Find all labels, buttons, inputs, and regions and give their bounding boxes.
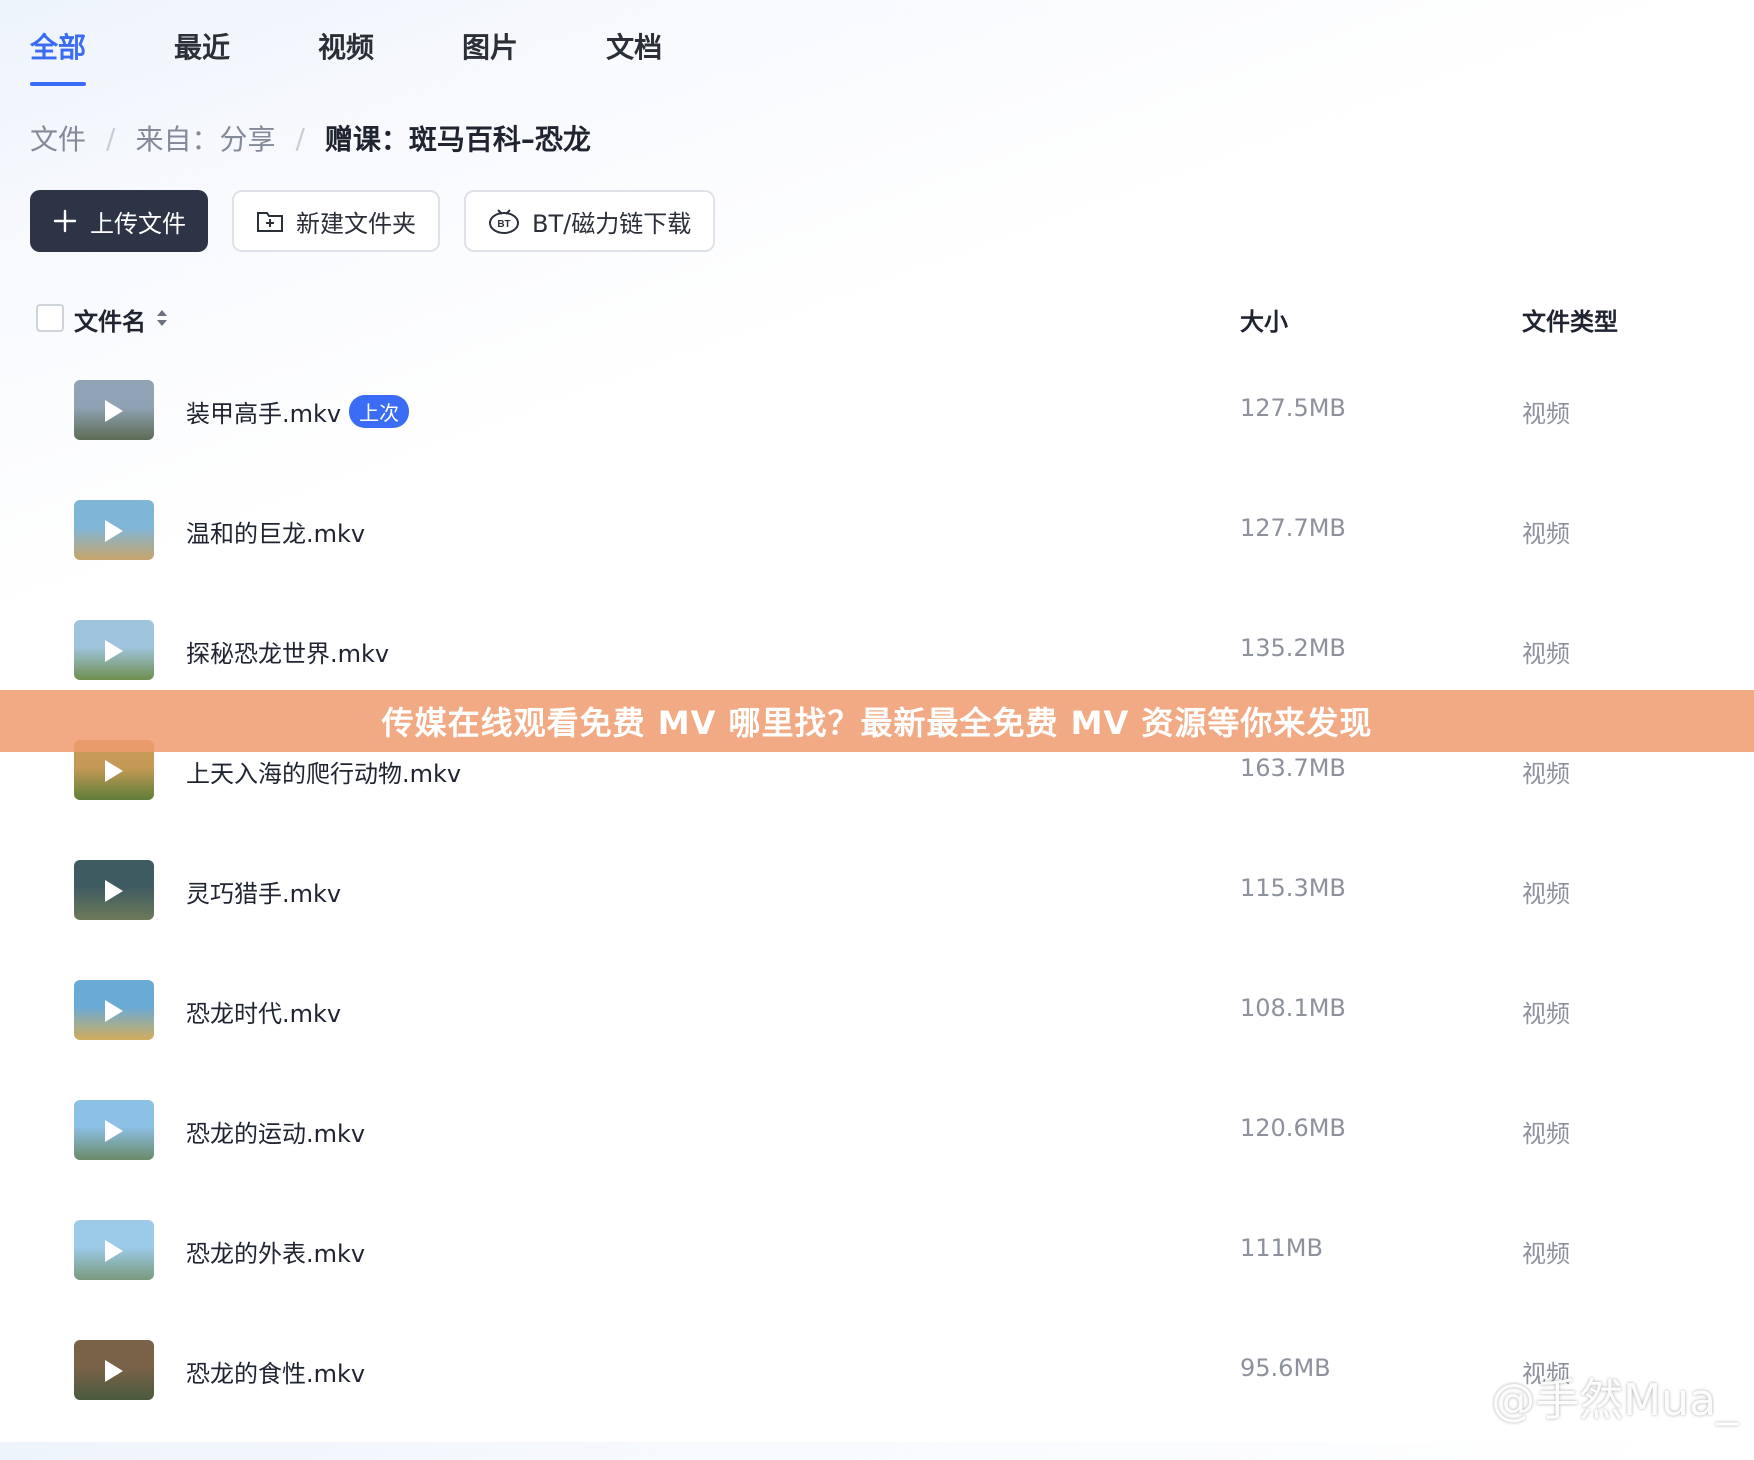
video-thumbnail[interactable]	[74, 860, 154, 920]
file-name-text: 装甲高手.mkv	[186, 400, 342, 428]
file-type: 视频	[1522, 1240, 1570, 1268]
column-header-name[interactable]: 文件名	[74, 302, 168, 337]
tab-recent[interactable]: 最近	[174, 26, 230, 86]
file-size: 163.7MB	[1240, 754, 1346, 782]
play-icon	[105, 760, 123, 782]
video-thumbnail[interactable]	[74, 500, 154, 560]
video-thumbnail[interactable]	[74, 1100, 154, 1160]
file-name-text: 上天入海的爬行动物.mkv	[186, 760, 462, 788]
file-name[interactable]: 恐龙的食性.mkv	[186, 1354, 365, 1389]
file-type: 视频	[1522, 400, 1570, 428]
breadcrumb: 文件 / 来自：分享 / 赠课：斑马百科–恐龙	[30, 118, 591, 158]
video-thumbnail[interactable]	[74, 380, 154, 440]
bt-icon: BT	[488, 207, 520, 235]
play-icon	[105, 1240, 123, 1262]
table-header: 文件名 大小 文件类型	[0, 296, 1754, 340]
file-name[interactable]: 恐龙的外表.mkv	[186, 1234, 365, 1269]
file-row[interactable]: 恐龙的运动.mkv 120.6MB 视频	[0, 1100, 1754, 1220]
folder-plus-icon	[256, 209, 284, 233]
file-size: 95.6MB	[1240, 1354, 1331, 1382]
column-name-label: 文件名	[74, 308, 146, 336]
bt-magnet-download-button[interactable]: BT BT/磁力链下载	[464, 190, 716, 252]
file-name[interactable]: 装甲高手.mkv 上次	[186, 394, 410, 429]
file-type: 视频	[1522, 1000, 1570, 1028]
toolbar: 上传文件 新建文件夹 BT BT/磁力链下载	[30, 190, 739, 252]
tab-document[interactable]: 文档	[606, 26, 662, 86]
file-name-text: 探秘恐龙世界.mkv	[186, 640, 390, 668]
tab-image[interactable]: 图片	[462, 26, 518, 86]
file-name[interactable]: 恐龙时代.mkv	[186, 994, 341, 1029]
video-thumbnail[interactable]	[74, 1220, 154, 1280]
file-name-text: 恐龙时代.mkv	[186, 1000, 342, 1028]
breadcrumb-separator: /	[295, 121, 305, 155]
bt-download-label: BT/磁力链下载	[532, 209, 692, 238]
play-icon	[105, 1360, 123, 1382]
file-size: 127.5MB	[1240, 394, 1346, 422]
tab-bar: 全部 最近 视频 图片 文档	[30, 26, 750, 86]
file-name[interactable]: 恐龙的运动.mkv	[186, 1114, 365, 1149]
file-row[interactable]: 上天入海的爬行动物.mkv 163.7MB 视频	[0, 740, 1754, 860]
new-folder-button[interactable]: 新建文件夹	[232, 190, 440, 252]
svg-text:BT: BT	[497, 219, 510, 230]
file-row[interactable]: 恐龙的外表.mkv 111MB 视频	[0, 1220, 1754, 1340]
upload-file-button[interactable]: 上传文件	[30, 190, 208, 252]
overlay-banner: 传媒在线观看免费 MV 哪里找？最新最全免费 MV 资源等你来发现	[0, 690, 1754, 752]
file-name[interactable]: 上天入海的爬行动物.mkv	[186, 754, 461, 789]
file-name-text: 恐龙的食性.mkv	[186, 1360, 366, 1388]
column-header-type[interactable]: 文件类型	[1522, 302, 1618, 337]
video-thumbnail[interactable]	[74, 620, 154, 680]
file-size: 108.1MB	[1240, 994, 1346, 1022]
tab-all[interactable]: 全部	[30, 26, 87, 86]
file-row[interactable]: 灵巧猎手.mkv 115.3MB 视频	[0, 860, 1754, 980]
play-icon	[105, 880, 123, 902]
tab-video[interactable]: 视频	[318, 26, 374, 86]
video-thumbnail[interactable]	[74, 980, 154, 1040]
file-size: 120.6MB	[1240, 1114, 1346, 1142]
breadcrumb-shared[interactable]: 来自：分享	[135, 118, 275, 158]
video-thumbnail[interactable]	[74, 1340, 154, 1400]
select-all-checkbox[interactable]	[36, 304, 64, 332]
file-name-text: 恐龙的外表.mkv	[186, 1240, 366, 1268]
play-icon	[105, 400, 123, 422]
play-icon	[105, 1120, 123, 1142]
watermark-text: @手然Mua_	[1491, 1375, 1738, 1426]
file-type: 视频	[1522, 880, 1570, 908]
watermark: @手然Mua_	[1425, 1364, 1738, 1428]
column-header-size[interactable]: 大小	[1240, 302, 1288, 337]
last-viewed-badge: 上次	[349, 395, 410, 428]
file-type: 视频	[1522, 760, 1570, 788]
file-row[interactable]: 恐龙时代.mkv 108.1MB 视频	[0, 980, 1754, 1100]
breadcrumb-files[interactable]: 文件	[30, 118, 86, 158]
breadcrumb-separator: /	[106, 121, 116, 155]
play-icon	[105, 520, 123, 542]
file-name[interactable]: 探秘恐龙世界.mkv	[186, 634, 389, 669]
file-name-text: 恐龙的运动.mkv	[186, 1120, 366, 1148]
file-size: 111MB	[1240, 1234, 1323, 1262]
file-name[interactable]: 灵巧猎手.mkv	[186, 874, 341, 909]
play-icon	[105, 1000, 123, 1022]
file-name[interactable]: 温和的巨龙.mkv	[186, 514, 365, 549]
breadcrumb-current-folder: 赠课：斑马百科–恐龙	[324, 123, 591, 156]
file-type: 视频	[1522, 520, 1570, 548]
file-name-text: 温和的巨龙.mkv	[186, 520, 366, 548]
file-type: 视频	[1522, 1120, 1570, 1148]
file-type: 视频	[1522, 640, 1570, 668]
file-name-text: 灵巧猎手.mkv	[186, 880, 342, 908]
sort-icon[interactable]	[156, 306, 168, 334]
file-size: 135.2MB	[1240, 634, 1346, 662]
new-folder-label: 新建文件夹	[296, 209, 416, 238]
plus-icon	[52, 208, 78, 234]
banner-text: 传媒在线观看免费 MV 哪里找？最新最全免费 MV 资源等你来发现	[381, 704, 1373, 742]
play-icon	[105, 640, 123, 662]
weibo-icon	[1425, 1368, 1481, 1425]
upload-file-label: 上传文件	[90, 209, 186, 238]
file-row[interactable]: 装甲高手.mkv 上次 127.5MB 视频	[0, 380, 1754, 500]
file-size: 115.3MB	[1240, 874, 1346, 902]
file-size: 127.7MB	[1240, 514, 1346, 542]
file-row[interactable]: 温和的巨龙.mkv 127.7MB 视频	[0, 500, 1754, 620]
